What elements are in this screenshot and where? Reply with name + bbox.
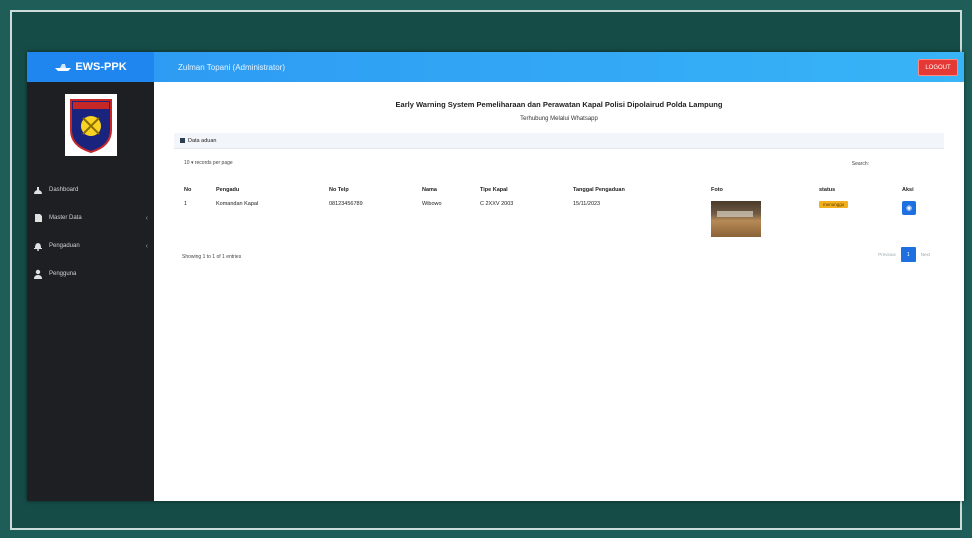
pagination-previous[interactable]: Previous <box>878 252 896 257</box>
column-header[interactable]: No <box>180 182 212 198</box>
records-per-page-label: records per page <box>194 160 233 166</box>
app-window: EWS-PPK Zulman Topani (Administrator) LO… <box>27 52 964 501</box>
file-icon <box>35 214 42 222</box>
sidebar-item-label: Pengguna <box>49 271 77 277</box>
cell-foto <box>707 198 815 240</box>
cell-no: 1 <box>184 201 188 207</box>
column-header[interactable]: Tanggal Pengaduan <box>569 182 707 198</box>
cell-pengadu: Komandan Kapal <box>216 201 259 207</box>
sidebar-item-master-data[interactable]: Master Data ‹ <box>27 204 154 232</box>
brand-logo[interactable]: EWS-PPK <box>27 52 154 82</box>
column-header[interactable]: Pengadu <box>212 182 325 198</box>
cell-status: menunggu <box>815 198 898 240</box>
cell-telp: 08123456789 <box>329 201 363 207</box>
user-icon <box>34 269 42 279</box>
table-icon <box>180 138 185 143</box>
complaints-table: No Pengadu No Telp Nama Tipe Kapal Tangg… <box>180 182 950 240</box>
sidebar: Dashboard Master Data ‹ Pengaduan ‹ Peng… <box>27 82 154 501</box>
chevron-left-icon: ‹ <box>145 242 148 250</box>
pagination-page-1[interactable]: 1 <box>900 247 916 262</box>
cell-tipe-kapal: C 2XXV 2003 <box>480 201 514 207</box>
column-header[interactable]: No Telp <box>325 182 418 198</box>
column-header[interactable]: status <box>815 182 898 198</box>
search-label: Search: <box>851 161 869 167</box>
eye-icon: ◉ <box>905 205 913 212</box>
sidebar-item-label: Dashboard <box>49 187 79 193</box>
sidebar-item-pengaduan[interactable]: Pengaduan ‹ <box>27 232 154 260</box>
table-header-row: No Pengadu No Telp Nama Tipe Kapal Tangg… <box>180 182 950 198</box>
complaint-photo[interactable] <box>711 201 761 237</box>
police-emblem-logo <box>65 94 117 156</box>
search-control: Search: <box>852 161 869 167</box>
cell-tanggal: 15/11/2023 <box>573 201 601 207</box>
chevron-down-icon: ▾ <box>190 160 194 166</box>
brand-name: EWS-PPK <box>75 61 127 73</box>
pagination: Previous 1 Next <box>878 247 930 262</box>
top-navbar: Zulman Topani (Administrator) LOGOUT <box>154 52 964 82</box>
sidebar-item-pengguna[interactable]: Pengguna <box>27 260 154 288</box>
page-title: Early Warning System Pemeliharaan dan Pe… <box>395 100 723 109</box>
ship-icon <box>55 64 72 71</box>
sidebar-item-label: Master Data <box>49 215 82 221</box>
column-header[interactable]: Nama <box>418 182 476 198</box>
page-subtitle: Terhubung Melalui Whatsapp <box>520 116 598 122</box>
main-content: Early Warning System Pemeliharaan dan Pe… <box>154 82 964 501</box>
view-detail-button[interactable]: ◉ <box>902 201 916 215</box>
records-per-page-control: 10 ▾ records per page <box>184 160 233 166</box>
chevron-left-icon: ‹ <box>145 214 148 222</box>
sidebar-nav: Dashboard Master Data ‹ Pengaduan ‹ Peng… <box>27 176 154 288</box>
card-header: Data aduan <box>174 133 944 149</box>
cell-nama: Wibowo <box>422 201 442 207</box>
bell-icon <box>34 243 42 251</box>
dashboard-icon <box>34 187 42 194</box>
current-user: Zulman Topani (Administrator) <box>178 62 286 72</box>
card-title: Data aduan <box>188 137 217 144</box>
table-row: 1 Komandan Kapal 08123456789 Wibowo C 2X… <box>180 198 950 240</box>
table-info: Showing 1 to 1 of 1 entries <box>182 254 242 260</box>
page-length-select[interactable]: 10 <box>184 160 190 166</box>
sidebar-item-dashboard[interactable]: Dashboard <box>27 176 154 204</box>
column-header[interactable]: Foto <box>707 182 815 198</box>
pagination-next[interactable]: Next <box>921 252 930 257</box>
column-header[interactable]: Aksi <box>898 182 950 198</box>
status-badge: menunggu <box>819 201 849 208</box>
column-header[interactable]: Tipe Kapal <box>476 182 569 198</box>
sidebar-item-label: Pengaduan <box>49 243 80 249</box>
cell-aksi: ◉ <box>898 198 950 240</box>
logout-button[interactable]: LOGOUT <box>918 59 958 76</box>
